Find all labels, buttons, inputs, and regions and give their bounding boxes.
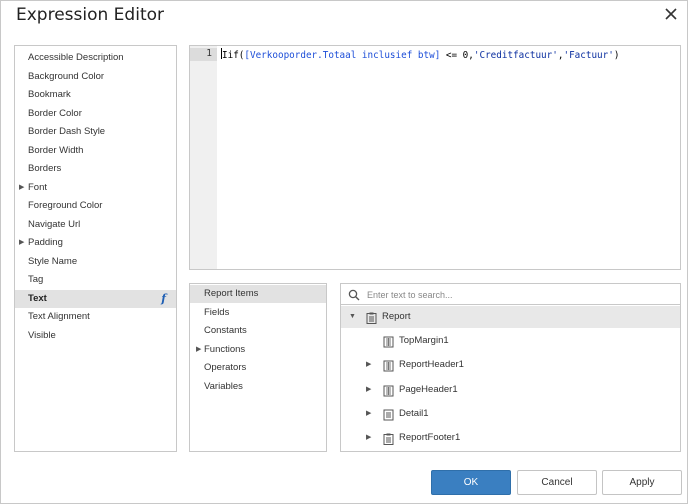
category-label: Variables <box>204 380 243 392</box>
expand-arrow-icon[interactable]: ▶ <box>366 403 371 425</box>
property-item[interactable]: Border Width <box>15 142 176 160</box>
property-label: Padding <box>28 237 63 248</box>
cancel-button[interactable]: Cancel <box>517 470 597 495</box>
band-icon <box>383 335 394 348</box>
property-item[interactable]: Foreground Color <box>15 197 176 215</box>
category-label: Constants <box>204 325 247 336</box>
property-label: Background Color <box>28 70 105 82</box>
tree-node[interactable]: ▶ PageHeader1 <box>341 379 680 401</box>
property-item[interactable]: Background Color <box>15 68 176 86</box>
property-label: Bookmark <box>28 89 71 100</box>
tree-node-label: ReportHeader1 <box>399 359 464 371</box>
property-label: Text Alignment <box>28 311 90 322</box>
property-label: Font <box>28 181 48 193</box>
category-label: Operators <box>204 362 247 373</box>
code-function: Iif( <box>222 50 245 61</box>
tree-node-label: TopMargin1 <box>399 335 449 347</box>
category-item[interactable]: Report Items <box>190 285 326 303</box>
category-list: Report Items Fields Constants ▶ Functions Ope… <box>189 283 327 452</box>
search-input[interactable] <box>367 287 667 302</box>
apply-button[interactable]: Apply <box>602 470 682 495</box>
expression-code-editor[interactable]: 1 Iif([Verkooporder.Totaal inclusief btw… <box>189 45 681 270</box>
property-item[interactable]: Borders <box>15 160 176 178</box>
expression-editor-dialog: Expression Editor Accessible Description… <box>0 0 688 504</box>
tree-node[interactable]: ▼ Report <box>341 306 680 328</box>
expand-arrow-icon[interactable]: ▶ <box>366 354 371 376</box>
property-label: Visible <box>28 329 56 341</box>
property-label: Navigate Url <box>28 218 81 230</box>
report-items-tree: ▼ Report TopMargin1 ▶ ReportHeader1 ▶ PageHead… <box>340 283 681 452</box>
expand-arrow-icon[interactable]: ▶ <box>19 234 24 252</box>
code-close-paren: ) <box>613 50 620 61</box>
search-bar <box>341 284 680 305</box>
property-item[interactable]: ▶ Font <box>15 179 176 197</box>
category-label: Report Items <box>204 288 259 299</box>
category-item[interactable]: ▶ Functions <box>190 341 326 359</box>
expand-arrow-icon[interactable]: ▶ <box>366 427 371 449</box>
tree-node-label: PageHeader1 <box>399 383 458 395</box>
property-item[interactable]: Border Color <box>15 105 176 123</box>
tree-node[interactable]: ▶ ReportHeader1 <box>341 354 680 376</box>
function-icon: f <box>161 291 166 305</box>
expand-arrow-icon[interactable]: ▶ <box>19 179 24 197</box>
dialog-title: Expression Editor <box>16 5 164 25</box>
property-label: Border Dash Style <box>28 126 106 137</box>
code-operator: <= 0, <box>440 50 474 61</box>
property-label: Border Width <box>28 144 84 156</box>
tree-node-label: ReportFooter1 <box>399 432 461 443</box>
property-item[interactable]: Tag <box>15 271 176 289</box>
property-label: Style Name <box>28 255 78 267</box>
band-icon <box>383 359 394 372</box>
expression-text[interactable]: Iif([Verkooporder.Totaal inclusief btw] … <box>221 48 619 62</box>
property-item[interactable]: Visible <box>15 327 176 345</box>
property-label: Foreground Color <box>28 200 103 211</box>
expand-arrow-icon[interactable]: ▶ <box>366 379 371 401</box>
band-icon <box>383 384 394 397</box>
tree-node-label: Detail1 <box>399 407 429 419</box>
code-string: 'Creditfactuur' <box>473 50 558 61</box>
tree-node[interactable]: TopMargin1 <box>341 330 680 352</box>
collapse-arrow-icon[interactable]: ▼ <box>349 306 356 328</box>
property-label: Tag <box>28 274 44 285</box>
property-label: Accessible Description <box>28 52 124 63</box>
report-icon <box>366 311 377 324</box>
detail-icon <box>383 408 394 421</box>
ok-button[interactable]: OK <box>431 470 511 495</box>
category-item[interactable]: Variables <box>190 378 326 396</box>
category-label: Functions <box>204 343 246 355</box>
property-item[interactable]: Text f <box>15 289 176 308</box>
property-item[interactable]: Style Name <box>15 253 176 271</box>
property-item[interactable]: ▶ Padding <box>15 234 176 252</box>
property-item[interactable]: Navigate Url <box>15 216 176 234</box>
line-number: 1 <box>206 48 212 59</box>
property-label: Border Color <box>28 107 82 119</box>
properties-list: Accessible Description Background Color Bo… <box>14 45 177 452</box>
property-item[interactable]: Text Alignment <box>15 308 176 326</box>
category-label: Fields <box>204 306 230 318</box>
search-icon <box>348 288 360 306</box>
expand-arrow-icon[interactable]: ▶ <box>196 341 201 359</box>
property-item[interactable]: Bookmark <box>15 86 176 104</box>
property-label: Borders <box>28 163 62 174</box>
line-gutter <box>190 46 217 269</box>
tree-node-label: Report <box>382 311 411 322</box>
tree-node[interactable]: ▶ Detail1 <box>341 403 680 425</box>
tree-node[interactable]: ▶ ReportFooter1 <box>341 427 680 449</box>
code-string: 'Factuur' <box>563 50 614 61</box>
close-icon[interactable] <box>661 4 681 24</box>
property-label: Text <box>28 292 47 304</box>
property-item[interactable]: Accessible Description <box>15 49 176 67</box>
code-field: [Verkooporder.Totaal inclusief btw] <box>244 50 441 61</box>
property-item[interactable]: Border Dash Style <box>15 123 176 141</box>
category-item[interactable]: Constants <box>190 322 326 340</box>
category-item[interactable]: Fields <box>190 304 326 322</box>
report-icon <box>383 432 394 445</box>
category-item[interactable]: Operators <box>190 359 326 377</box>
